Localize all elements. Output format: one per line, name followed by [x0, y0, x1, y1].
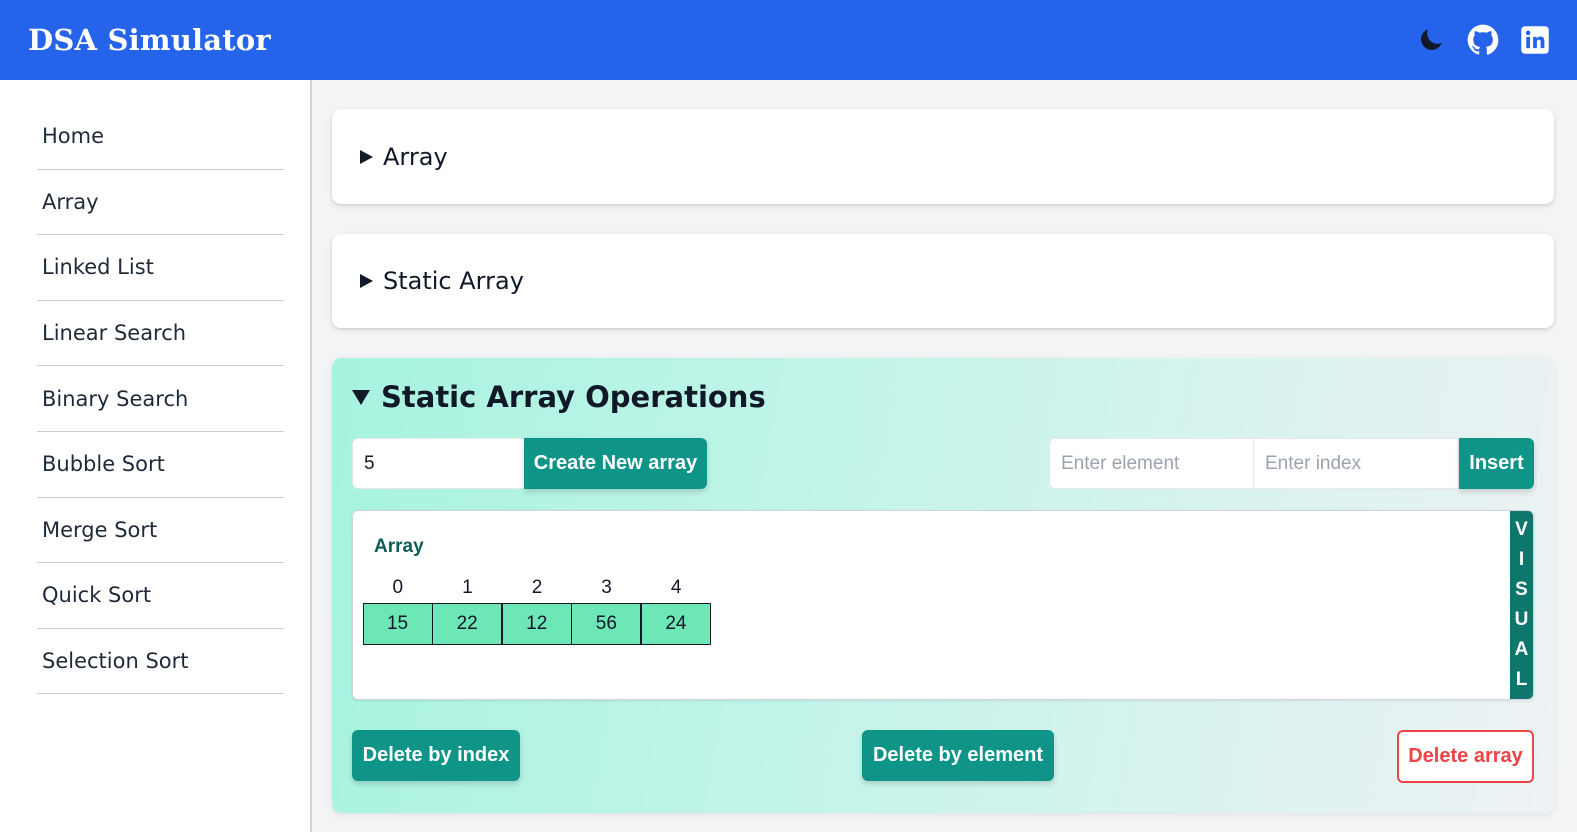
static-array-section-title: Static Array [383, 267, 524, 295]
array-cell-index: 2 [531, 577, 543, 598]
visual-tab-letter: U [1514, 609, 1529, 630]
visual-tab-letter: I [1518, 549, 1525, 570]
top-navbar: DSA Simulator [0, 0, 1577, 80]
array-cell-index: 1 [462, 577, 473, 598]
delete-by-index-button[interactable]: Delete by index [352, 730, 520, 781]
array-cell-index: 4 [670, 577, 682, 598]
delete-array-button[interactable]: Delete array [1397, 730, 1534, 783]
moon-icon[interactable] [1415, 24, 1447, 56]
sidebar-item-linear-search[interactable]: Linear Search [37, 301, 284, 367]
sidebar-item-linked-list[interactable]: Linked List [37, 235, 284, 301]
array-cell-column: 4 24 [640, 573, 711, 645]
array-size-input[interactable] [352, 438, 524, 489]
array-cell: 12 [501, 603, 572, 645]
array-section-toggle[interactable]: Array [360, 109, 448, 204]
collapsed-arrow-icon [360, 149, 373, 164]
static-array-section: Static Array [332, 234, 1554, 328]
main-content: Array Static Array Static Array Operatio… [332, 80, 1554, 832]
array-cell: 56 [571, 603, 642, 645]
visual-tab-letter: L [1515, 669, 1528, 690]
sidebar-item-selection-sort[interactable]: Selection Sort [37, 629, 284, 695]
visual-tab[interactable]: V I S U A L [1510, 511, 1533, 699]
array-cell-index: 3 [601, 577, 612, 598]
array-cell: 22 [432, 603, 503, 645]
visual-tab-letter: V [1515, 519, 1528, 540]
github-icon[interactable] [1467, 24, 1499, 56]
sidebar-item-binary-search[interactable]: Binary Search [37, 366, 284, 432]
array-cell: 24 [640, 603, 711, 645]
array-cell-column: 1 22 [432, 573, 503, 645]
array-cells: 0 15 1 22 2 12 3 56 4 24 [362, 573, 711, 645]
delete-by-element-button[interactable]: Delete by element [862, 730, 1054, 781]
collapsed-arrow-icon [360, 274, 373, 288]
sidebar-item-home[interactable]: Home [37, 104, 284, 170]
app-title[interactable]: DSA Simulator [28, 23, 271, 57]
sidebar-item-merge-sort[interactable]: Merge Sort [37, 498, 284, 564]
static-array-operations-section: Static Array Operations Create New array… [332, 358, 1554, 813]
expanded-arrow-icon [352, 389, 370, 405]
array-cell-index: 0 [392, 577, 404, 598]
insert-button[interactable]: Insert [1459, 438, 1534, 489]
visual-tab-letter: A [1514, 639, 1529, 660]
linkedin-icon[interactable] [1519, 24, 1551, 56]
sidebar: Home Array Linked List Linear Search Bin… [0, 80, 312, 832]
header-icons [1415, 24, 1551, 56]
index-input[interactable] [1254, 438, 1459, 489]
sidebar-item-bubble-sort[interactable]: Bubble Sort [37, 432, 284, 498]
static-array-section-toggle[interactable]: Static Array [360, 234, 524, 328]
array-cell-column: 0 15 [362, 573, 433, 645]
operations-section-toggle[interactable]: Static Array Operations [352, 380, 766, 414]
array-cell-column: 2 12 [501, 573, 572, 645]
sidebar-item-quick-sort[interactable]: Quick Sort [37, 563, 284, 629]
element-input[interactable] [1049, 438, 1254, 489]
array-cell: 15 [362, 603, 433, 645]
array-section-title: Array [383, 142, 448, 171]
array-section: Array [332, 109, 1554, 204]
create-new-array-button[interactable]: Create New array [524, 438, 707, 489]
visual-tab-letter: S [1515, 579, 1528, 600]
operations-section-title: Static Array Operations [381, 380, 766, 414]
array-visualization-panel: Array 0 15 1 22 2 12 3 56 4 24 V I S U A… [352, 510, 1534, 700]
sidebar-item-array[interactable]: Array [37, 170, 284, 236]
array-visual-label: Array [374, 536, 424, 557]
array-cell-column: 3 56 [571, 573, 642, 645]
